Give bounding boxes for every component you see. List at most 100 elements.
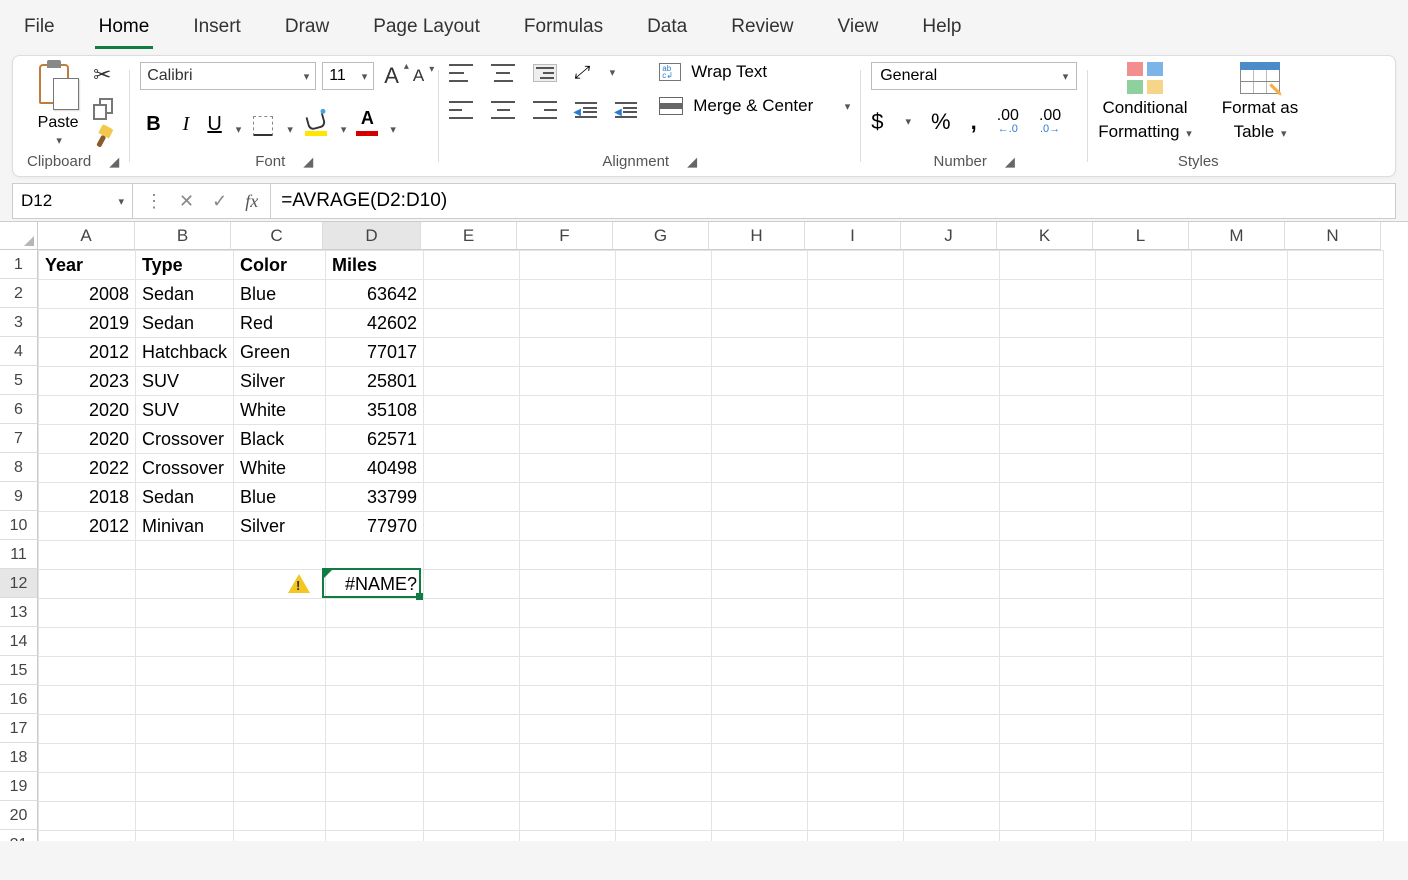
cell[interactable]: Silver [234,367,326,396]
cell[interactable] [1096,251,1192,280]
cell[interactable]: 33799 [326,483,424,512]
cell[interactable] [1288,831,1384,842]
cell[interactable] [904,251,1000,280]
cell[interactable] [1096,483,1192,512]
cell[interactable] [616,251,712,280]
cell[interactable] [616,686,712,715]
formula-input[interactable]: =AVRAGE(D2:D10) [271,190,1395,212]
cell[interactable] [1000,309,1096,338]
cell[interactable] [904,309,1000,338]
cell[interactable] [326,541,424,570]
menu-help[interactable]: Help [918,10,965,49]
cell[interactable] [1192,367,1288,396]
cell[interactable] [712,541,808,570]
cut-icon[interactable]: ✂ [93,62,115,88]
cell[interactable] [1000,338,1096,367]
cell[interactable] [39,628,136,657]
row-header-14[interactable]: 14 [0,627,38,656]
cell[interactable] [39,744,136,773]
cell[interactable] [1000,744,1096,773]
cell[interactable]: Type [136,251,234,280]
cell[interactable] [424,744,520,773]
cell[interactable] [712,715,808,744]
cell[interactable] [520,773,616,802]
cell[interactable] [326,831,424,842]
cell[interactable] [1000,628,1096,657]
cell[interactable] [1000,251,1096,280]
chevron-down-icon[interactable]: ▾ [341,123,347,136]
cell[interactable] [520,280,616,309]
cell[interactable] [424,367,520,396]
row-header-19[interactable]: 19 [0,772,38,801]
cell[interactable] [520,541,616,570]
cell[interactable] [712,483,808,512]
chevron-down-icon[interactable]: ▾ [56,134,62,147]
align-bottom-icon[interactable] [533,64,557,82]
cell[interactable] [808,715,904,744]
cell[interactable] [1192,483,1288,512]
row-header-6[interactable]: 6 [0,395,38,424]
cell[interactable] [1000,715,1096,744]
cell[interactable] [808,338,904,367]
cell[interactable]: 2008 [39,280,136,309]
row-header-8[interactable]: 8 [0,453,38,482]
cell[interactable] [1192,512,1288,541]
cell[interactable] [424,831,520,842]
cell[interactable] [1000,367,1096,396]
cell[interactable] [520,570,616,599]
row-header-4[interactable]: 4 [0,337,38,366]
column-header-F[interactable]: F [517,222,613,250]
cell[interactable]: 2020 [39,425,136,454]
menu-insert[interactable]: Insert [189,10,245,49]
cell[interactable] [712,686,808,715]
cell[interactable] [904,396,1000,425]
number-format-combo[interactable]: General▾ [871,62,1077,90]
row-header-5[interactable]: 5 [0,366,38,395]
format-as-table-button[interactable]: Format as Table ▾ [1222,62,1299,142]
cell[interactable] [39,802,136,831]
cell[interactable] [424,251,520,280]
cell[interactable] [520,686,616,715]
cell[interactable] [234,831,326,842]
cell[interactable] [904,280,1000,309]
cell[interactable] [424,570,520,599]
cell[interactable]: Color [234,251,326,280]
cell[interactable] [808,802,904,831]
align-top-icon[interactable] [449,64,473,82]
cell[interactable] [712,396,808,425]
cell[interactable] [808,541,904,570]
cell[interactable]: White [234,454,326,483]
cell[interactable] [904,454,1000,483]
menu-view[interactable]: View [834,10,883,49]
column-header-H[interactable]: H [709,222,805,250]
cancel-icon[interactable]: ✕ [173,191,200,212]
underline-button[interactable]: U [205,113,223,136]
cell[interactable] [234,628,326,657]
cell[interactable] [1096,570,1192,599]
cell[interactable] [136,657,234,686]
cell[interactable] [424,396,520,425]
cells-table[interactable]: YearTypeColorMiles2008SedanBlue636422019… [38,250,1384,841]
cell[interactable] [1096,425,1192,454]
cell[interactable] [904,744,1000,773]
column-header-K[interactable]: K [997,222,1093,250]
copy-button[interactable]: ▾ [93,98,115,116]
fx-icon[interactable]: fx [239,191,264,212]
orientation-icon[interactable]: ⤢ [573,62,591,83]
cell[interactable] [808,657,904,686]
cell[interactable] [904,338,1000,367]
cell[interactable] [616,802,712,831]
bold-button[interactable]: B [140,113,166,136]
cell[interactable] [136,831,234,842]
cell[interactable]: 2012 [39,338,136,367]
cell[interactable] [616,773,712,802]
cell[interactable] [904,425,1000,454]
cell[interactable] [1000,396,1096,425]
cell[interactable]: 77017 [326,338,424,367]
row-header-20[interactable]: 20 [0,801,38,830]
cell[interactable] [234,715,326,744]
cell[interactable] [424,338,520,367]
cell[interactable] [808,686,904,715]
cell[interactable] [808,570,904,599]
cell[interactable] [1000,686,1096,715]
